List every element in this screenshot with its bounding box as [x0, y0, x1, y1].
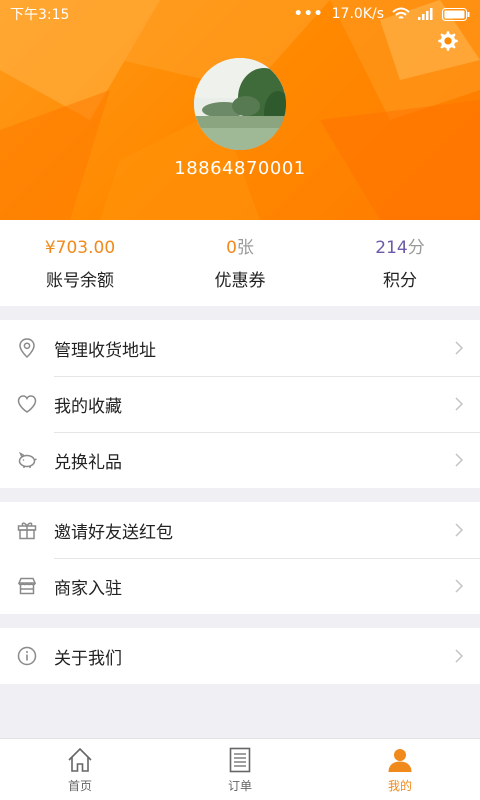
balance-amount: 703.00 [55, 237, 116, 258]
coupon-count: 0 [226, 237, 237, 258]
coupon-value: 0张 [226, 236, 254, 260]
menu-item-about-us[interactable]: 关于我们 [0, 628, 480, 684]
home-icon [68, 747, 92, 772]
points-stat[interactable]: 214分 积分 [320, 220, 480, 306]
avatar-photo [194, 58, 286, 150]
tab-orders[interactable]: 订单 [160, 739, 320, 800]
wifi-icon [392, 7, 410, 19]
menu-item-invite-friends[interactable]: 邀请好友送红包 [0, 502, 480, 558]
order-list-icon [229, 747, 251, 773]
chevron-right-icon [455, 523, 464, 537]
tab-orders-label: 订单 [227, 779, 252, 793]
status-bar: 下午3:15 ••• 17.0K/s [0, 0, 480, 28]
menu-item-merchant-join-label: 商家入驻 [54, 578, 122, 599]
menu-item-address-label: 管理收货地址 [54, 340, 156, 361]
points-count: 214 [375, 237, 408, 258]
tab-mine[interactable]: 我的 [320, 739, 480, 800]
balance-value: ¥703.00 [45, 236, 115, 260]
battery-icon [442, 7, 470, 21]
tab-home[interactable]: 首页 [0, 739, 160, 800]
menu-item-invite-friends-label: 邀请好友送红包 [54, 522, 173, 543]
balance-stat[interactable]: ¥703.00 账号余额 [0, 220, 160, 306]
points-unit: 分 [407, 237, 425, 258]
info-icon [17, 646, 37, 666]
user-phone-number: 18864870001 [174, 158, 306, 179]
bottom-tab-bar: 首页 订单 我的 [0, 738, 480, 800]
menu-group-promotion: 邀请好友送红包 商家入驻 [0, 502, 480, 614]
chevron-right-icon [455, 341, 464, 355]
menu-item-redeem-gifts-label: 兑换礼品 [54, 452, 122, 473]
menu-item-merchant-join[interactable]: 商家入驻 [0, 558, 480, 614]
store-icon [17, 577, 37, 595]
tab-mine-label: 我的 [387, 779, 412, 793]
tab-home-label: 首页 [67, 779, 92, 793]
network-speed: 17.0K/s [331, 6, 384, 22]
points-label: 积分 [383, 270, 417, 291]
points-value: 214分 [375, 236, 424, 260]
user-icon [388, 749, 412, 772]
gift-icon [17, 522, 37, 540]
piggy-bank-icon [18, 451, 37, 468]
menu-item-favorites[interactable]: 我的收藏 [0, 376, 480, 432]
balance-label: 账号余额 [46, 270, 114, 291]
chevron-right-icon [455, 397, 464, 411]
menu-group-about: 关于我们 [0, 628, 480, 684]
chevron-right-icon [455, 453, 464, 467]
menu-item-redeem-gifts[interactable]: 兑换礼品 [0, 432, 480, 488]
menu-item-about-us-label: 关于我们 [54, 648, 122, 669]
chevron-right-icon [455, 649, 464, 663]
coupon-stat[interactable]: 0张 优惠券 [160, 220, 320, 306]
menu-item-favorites-label: 我的收藏 [54, 396, 122, 417]
signal-icon [418, 8, 433, 20]
status-time: 下午3:15 [10, 7, 70, 23]
heart-icon [17, 395, 37, 413]
more-dots-icon: ••• [293, 6, 324, 22]
chevron-right-icon [455, 579, 464, 593]
balance-currency: ¥ [44, 237, 56, 258]
location-pin-icon [19, 338, 35, 359]
profile-header: 下午3:15 ••• 17.0K/s 18864870001 [0, 0, 480, 220]
settings-gear-icon[interactable] [436, 29, 460, 53]
coupon-label: 优惠券 [214, 270, 266, 291]
avatar[interactable] [194, 58, 286, 150]
menu-item-address[interactable]: 管理收货地址 [0, 320, 480, 376]
menu-group-account: 管理收货地址 我的收藏 兑换礼品 [0, 320, 480, 488]
coupon-unit: 张 [236, 237, 254, 258]
account-stats: ¥703.00 账号余额 0张 优惠券 214分 积分 [0, 220, 480, 306]
status-indicators: ••• 17.0K/s [294, 6, 470, 22]
